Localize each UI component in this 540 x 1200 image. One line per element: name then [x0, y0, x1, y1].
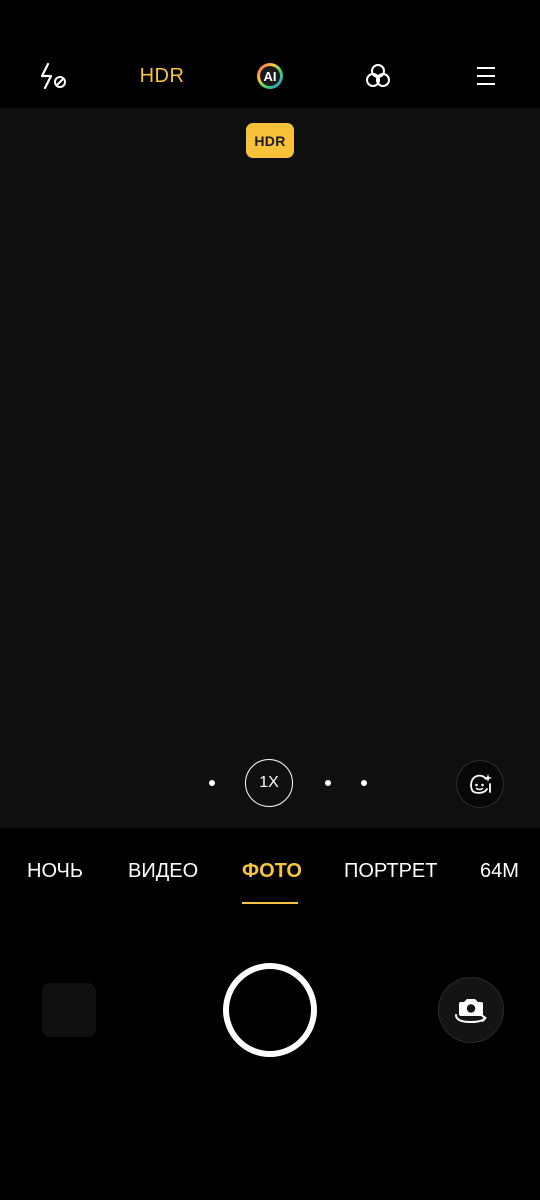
- beauty-mode-button[interactable]: [456, 760, 504, 808]
- mode-video[interactable]: ВИДЕО: [128, 860, 198, 883]
- mode-selector: НОЧЬ ВИДЕО ФОТО ПОРТРЕТ 64М: [0, 848, 540, 898]
- filter-icon: [366, 64, 390, 87]
- switch-camera-icon: [455, 999, 487, 1024]
- active-mode-indicator: [242, 902, 298, 904]
- mode-portrait[interactable]: ПОРТРЕТ: [344, 860, 438, 883]
- ai-scene-button[interactable]: AI: [240, 44, 300, 108]
- hdr-active-badge: HDR: [246, 123, 294, 158]
- mode-night[interactable]: НОЧЬ: [27, 860, 83, 883]
- camera-screen: HDR AI HDR 1X НОЧЬ ВИДЕО ФОТО ПОРТРЕТ 64…: [0, 0, 540, 1200]
- shutter-button[interactable]: [223, 963, 317, 1057]
- menu-button[interactable]: [456, 44, 516, 108]
- top-toolbar: HDR AI: [0, 44, 540, 108]
- gallery-thumbnail[interactable]: [42, 983, 96, 1037]
- svg-text:AI: AI: [264, 69, 277, 84]
- mode-64m[interactable]: 64М: [480, 860, 519, 883]
- zoom-option-2x[interactable]: [325, 780, 331, 786]
- filter-button[interactable]: [348, 44, 408, 108]
- flash-toggle-button[interactable]: [24, 44, 84, 108]
- hdr-toggle-button[interactable]: HDR: [132, 44, 192, 108]
- zoom-level-button[interactable]: 1X: [245, 759, 293, 807]
- switch-camera-button[interactable]: [438, 977, 504, 1043]
- zoom-level-label: 1X: [259, 774, 279, 791]
- menu-icon: [477, 67, 495, 85]
- viewfinder[interactable]: [0, 108, 540, 828]
- flash-off-icon: [40, 62, 66, 90]
- zoom-option-tele[interactable]: [361, 780, 367, 786]
- hdr-label: HDR: [139, 64, 185, 87]
- zoom-option-wide[interactable]: [209, 780, 215, 786]
- beauty-face-icon: [470, 774, 492, 794]
- ai-icon: AI: [257, 63, 283, 89]
- mode-photo[interactable]: ФОТО: [242, 860, 302, 883]
